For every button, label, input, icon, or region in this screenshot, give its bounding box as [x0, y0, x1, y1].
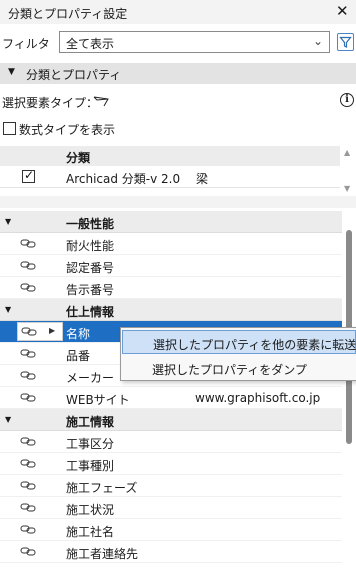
link-icon — [20, 503, 36, 512]
property-row[interactable]: 施工者連絡先 — [0, 541, 342, 563]
property-name: 認定番号 — [66, 261, 115, 275]
menu-item-dump-properties[interactable]: 選択したプロパティをダンプ — [122, 356, 356, 380]
menu-item-transfer-properties[interactable]: 選択したプロパティを他の要素に転送 — [122, 330, 356, 354]
group-label: 一般性能 — [66, 217, 115, 231]
link-icon — [20, 525, 36, 534]
property-name: WEBサイト — [66, 393, 130, 407]
property-row[interactable]: 施工状況 — [0, 497, 342, 519]
title-bar: 分類とプロパティ設定 ✕ — [0, 0, 356, 24]
property-name: 施工者連絡先 — [66, 547, 139, 561]
link-icon — [20, 547, 36, 556]
classification-header: 分類 — [0, 146, 340, 166]
property-name: 施工社名 — [66, 525, 115, 539]
filter-selected-value: 全て表示 — [66, 37, 115, 51]
property-name: 施工状況 — [66, 503, 115, 517]
panel-divider — [0, 196, 356, 208]
property-name: 品番 — [66, 349, 91, 363]
formula-type-label: 数式タイプを表示 — [19, 123, 116, 137]
chevron-down-icon: ⌄ — [313, 34, 324, 48]
property-name: 工事種別 — [66, 459, 115, 473]
beam-element-icon — [93, 96, 109, 107]
property-row[interactable]: 施工フェーズ — [0, 475, 342, 497]
collapse-triangle-icon[interactable]: ▼ — [5, 217, 11, 226]
menu-item-label: 選択したプロパティを他の要素に転送 — [153, 338, 356, 352]
classification-header-label: 分類 — [66, 151, 91, 165]
filter-label: フィルタ — [2, 37, 50, 51]
funnel-icon — [339, 36, 352, 48]
property-row[interactable]: 耐火性能 — [0, 233, 342, 255]
classification-class: 梁 — [196, 172, 209, 186]
window-title: 分類とプロパティ設定 — [8, 7, 128, 21]
context-menu: 選択したプロパティを他の要素に転送 選択したプロパティをダンプ — [120, 327, 356, 381]
property-row[interactable]: 施工社名 — [0, 519, 342, 541]
collapse-triangle-icon[interactable]: ▼ — [8, 67, 15, 77]
property-name: 告示番号 — [66, 283, 115, 297]
link-icon — [20, 437, 36, 446]
close-icon[interactable]: ✕ — [336, 3, 349, 19]
formula-type-checkbox[interactable] — [3, 122, 16, 135]
link-icon — [20, 239, 36, 248]
property-name: 耐火性能 — [66, 239, 115, 253]
group-label: 施工情報 — [66, 415, 115, 429]
element-type-label: 選択要素タイプ： — [2, 96, 99, 110]
property-name: 施工フェーズ — [66, 481, 138, 495]
section-header-classification[interactable]: ▼ 分類とプロパティ — [0, 63, 356, 84]
classification-system: Archicad 分類-v 2.0 — [66, 172, 181, 186]
property-row[interactable]: 工事区分 — [0, 431, 342, 453]
property-value[interactable]: www.graphisoft.co.jp — [195, 391, 320, 405]
group-row-construction-info[interactable]: ▼ 施工情報 — [0, 409, 342, 431]
menu-item-label: 選択したプロパティをダンプ — [152, 363, 307, 377]
link-icon — [20, 459, 36, 468]
info-icon[interactable]: i — [340, 93, 354, 107]
collapse-triangle-icon[interactable]: ▼ — [5, 415, 11, 424]
link-icon — [20, 349, 36, 358]
property-row[interactable]: 工事種別 — [0, 453, 342, 475]
group-label: 仕上情報 — [66, 305, 115, 319]
property-row[interactable]: WEBサイト www.graphisoft.co.jp — [0, 387, 342, 409]
classification-row[interactable]: Archicad 分類-v 2.0 梁 — [0, 166, 340, 188]
link-icon — [20, 371, 36, 380]
property-row[interactable]: 認定番号 — [0, 255, 342, 277]
property-name: 名称 — [66, 327, 91, 341]
collapse-triangle-icon[interactable]: ▼ — [5, 305, 11, 314]
link-icon — [20, 393, 36, 402]
filter-dropdown[interactable]: 全て表示 ⌄ — [59, 31, 330, 53]
property-name: メーカー — [66, 371, 115, 385]
classification-scrollbar[interactable]: ▲ ▼ — [342, 146, 354, 196]
link-icon — [21, 327, 37, 336]
filter-funnel-button[interactable] — [337, 33, 354, 51]
property-row[interactable]: 告示番号 — [0, 277, 342, 299]
classification-checkbox[interactable] — [22, 168, 35, 183]
link-icon — [20, 481, 36, 490]
property-name: 工事区分 — [66, 437, 115, 451]
group-row-general-performance[interactable]: ▼ 一般性能 — [0, 211, 342, 233]
scroll-up-icon[interactable]: ▲ — [344, 148, 350, 157]
link-icon — [20, 283, 36, 292]
link-dropdown[interactable]: ▶ — [17, 322, 63, 341]
section-title: 分類とプロパティ — [26, 68, 122, 82]
link-icon — [20, 261, 36, 270]
group-row-finish-info[interactable]: ▼ 仕上情報 — [0, 299, 342, 321]
scroll-down-icon[interactable]: ▼ — [344, 184, 350, 193]
expand-arrow-icon[interactable]: ▶ — [49, 326, 55, 335]
property-list: ▼ 一般性能 耐火性能 認定番号 告示番号 ▼ 仕上情報 ▶ 名称 品番 メーカ… — [0, 211, 342, 563]
